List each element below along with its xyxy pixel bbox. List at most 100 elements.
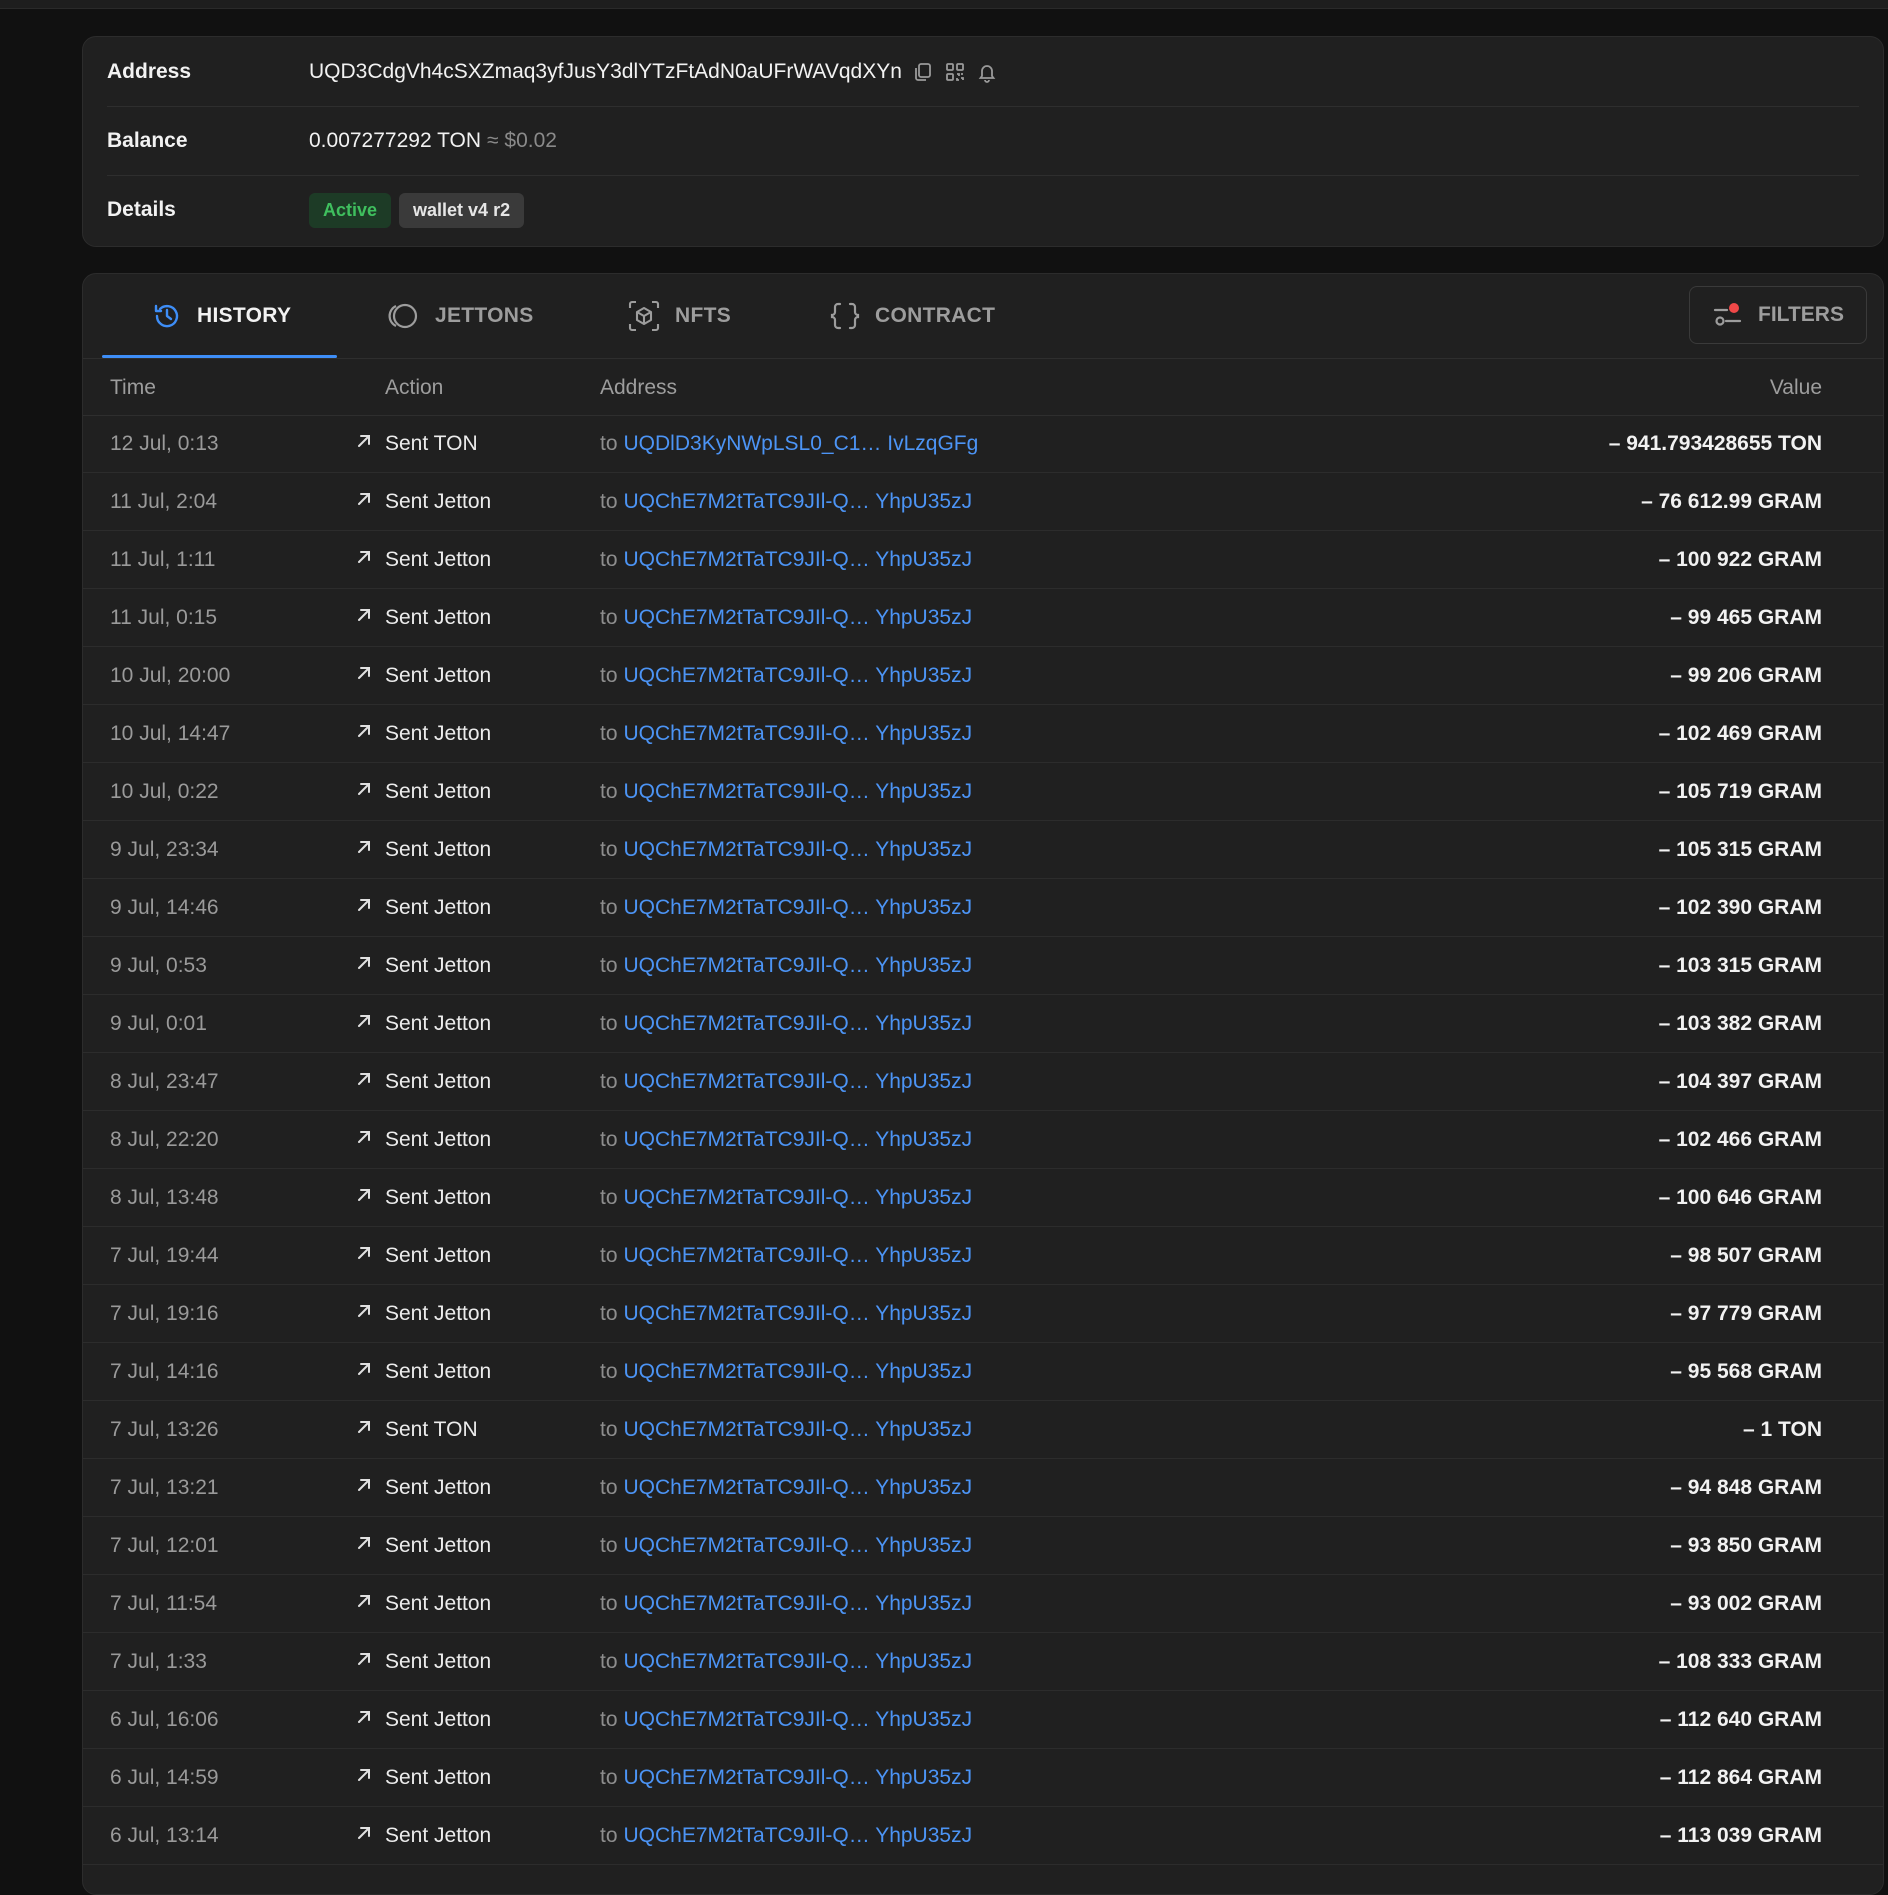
table-row[interactable]: 9 Jul, 0:53 Sent Jetton to UQChE7M2tTaTC9JI… [83,937,1883,995]
tab-jettons[interactable]: JETTONS [385,274,534,358]
row-address: to UQChE7M2tTaTC9JIl-Q… YhpU35zJ [600,548,972,572]
table-row[interactable]: 6 Jul, 16:06 Sent Jetton to UQChE7M2tTaTC9J… [83,1691,1883,1749]
row-address-link[interactable]: UQChE7M2tTaTC9JIl-Q… YhpU35zJ [624,490,973,513]
row-address-link[interactable]: UQChE7M2tTaTC9JIl-Q… YhpU35zJ [624,1186,973,1209]
tab-history[interactable]: HISTORY [151,274,291,358]
row-value: – 103 315 GRAM [1658,954,1822,977]
row-value: – 105 315 GRAM [1658,838,1822,861]
table-row[interactable]: 9 Jul, 23:34 Sent Jetton to UQChE7M2tTaTC9J… [83,821,1883,879]
row-direction: to [600,1360,618,1383]
row-address: to UQChE7M2tTaTC9JIl-Q… YhpU35zJ [600,1128,972,1152]
row-time: 7 Jul, 11:54 [110,1592,218,1615]
table-row[interactable]: 7 Jul, 19:44 Sent Jetton to UQChE7M2tTaTC9J… [83,1227,1883,1285]
row-time: 7 Jul, 19:16 [110,1302,219,1325]
table-row[interactable]: 10 Jul, 20:00 Sent Jetton to UQChE7M2tTaTC9… [83,647,1883,705]
row-address-link[interactable]: UQChE7M2tTaTC9JIl-Q… YhpU35zJ [624,606,973,629]
row-address-link[interactable]: UQChE7M2tTaTC9JIl-Q… YhpU35zJ [624,1244,973,1267]
table-row[interactable]: 10 Jul, 14:47 Sent Jetton to UQChE7M2tTaTC9… [83,705,1883,763]
row-time: 8 Jul, 23:47 [110,1070,219,1093]
row-address-link[interactable]: UQChE7M2tTaTC9JIl-Q… YhpU35zJ [624,1708,973,1731]
table-row[interactable]: 8 Jul, 13:48 Sent Jetton to UQChE7M2tTaTC9J… [83,1169,1883,1227]
row-address: to UQChE7M2tTaTC9JIl-Q… YhpU35zJ [600,896,972,920]
row-address-link[interactable]: UQChE7M2tTaTC9JIl-Q… YhpU35zJ [624,664,973,687]
table-row[interactable]: 7 Jul, 13:26 Sent TON to UQChE7M2tTaTC9JIl-… [83,1401,1883,1459]
arrow-up-right-icon [355,1824,373,1842]
row-address-link[interactable]: UQChE7M2tTaTC9JIl-Q… YhpU35zJ [624,1592,973,1615]
row-action: Sent Jetton [385,1650,492,1673]
row-time: 12 Jul, 0:13 [110,432,219,455]
column-header-time: Time [110,376,156,399]
row-address: to UQChE7M2tTaTC9JIl-Q… YhpU35zJ [600,1418,972,1442]
table-row[interactable]: 6 Jul, 14:59 Sent Jetton to UQChE7M2tTaTC9J… [83,1749,1883,1807]
table-row[interactable]: 7 Jul, 14:16 Sent Jetton to UQChE7M2tTaTC9J… [83,1343,1883,1401]
row-address: to UQChE7M2tTaTC9JIl-Q… YhpU35zJ [600,1650,972,1674]
row-value: – 93 850 GRAM [1670,1534,1822,1557]
table-row[interactable]: 7 Jul, 1:33 Sent Jetton to UQChE7M2tTaTC9JI… [83,1633,1883,1691]
row-address-link[interactable]: UQChE7M2tTaTC9JIl-Q… YhpU35zJ [624,1070,973,1093]
row-address-link[interactable]: UQChE7M2tTaTC9JIl-Q… YhpU35zJ [624,1766,973,1789]
row-address-link[interactable]: UQChE7M2tTaTC9JIl-Q… YhpU35zJ [624,1476,973,1499]
row-direction: to [600,1766,618,1789]
row-address-link[interactable]: UQChE7M2tTaTC9JIl-Q… YhpU35zJ [624,1650,973,1673]
table-row[interactable]: 7 Jul, 11:54 Sent Jetton to UQChE7M2tTaTC9J… [83,1575,1883,1633]
column-header-action: Action [385,376,444,399]
arrow-up-right-icon [355,1708,373,1726]
row-address: to UQChE7M2tTaTC9JIl-Q… YhpU35zJ [600,1592,972,1616]
tab-jettons-label: JETTONS [435,304,534,327]
row-value: – 99 465 GRAM [1670,606,1822,629]
status-badge: Active [309,192,392,228]
row-address-link[interactable]: UQDlD3KyNWpLSL0_C1… IvLzqGFg [624,432,979,455]
row-address-link[interactable]: UQChE7M2tTaTC9JIl-Q… YhpU35zJ [624,548,973,571]
table-row[interactable]: 7 Jul, 19:16 Sent Jetton to UQChE7M2tTaTC9J… [83,1285,1883,1343]
row-address-link[interactable]: UQChE7M2tTaTC9JIl-Q… YhpU35zJ [624,838,973,861]
arrow-up-right-icon [355,490,373,508]
row-address-link[interactable]: UQChE7M2tTaTC9JIl-Q… YhpU35zJ [624,1824,973,1847]
row-address: to UQChE7M2tTaTC9JIl-Q… YhpU35zJ [600,1186,972,1210]
tab-nfts[interactable]: NFTS [627,274,731,358]
row-address-link[interactable]: UQChE7M2tTaTC9JIl-Q… YhpU35zJ [624,1302,973,1325]
qr-code-icon[interactable] [944,61,966,83]
tab-contract[interactable]: CONTRACT [829,274,995,358]
row-address-link[interactable]: UQChE7M2tTaTC9JIl-Q… YhpU35zJ [624,1012,973,1035]
copy-icon[interactable] [912,61,934,83]
filters-button[interactable]: FILTERS [1689,286,1867,344]
row-time: 7 Jul, 1:33 [110,1650,207,1673]
table-row[interactable]: 10 Jul, 0:22 Sent Jetton to UQChE7M2tTaTC9J… [83,763,1883,821]
row-action: Sent Jetton [385,1186,492,1209]
row-address-link[interactable]: UQChE7M2tTaTC9JIl-Q… YhpU35zJ [624,780,973,803]
row-address-link[interactable]: UQChE7M2tTaTC9JIl-Q… YhpU35zJ [624,896,973,919]
table-row[interactable]: 7 Jul, 12:01 Sent Jetton to UQChE7M2tTaTC9J… [83,1517,1883,1575]
row-direction: to [600,1534,618,1557]
row-direction: to [600,1708,618,1731]
row-time: 9 Jul, 0:53 [110,954,207,977]
row-time: 11 Jul, 1:11 [110,548,216,571]
table-row[interactable]: 12 Jul, 0:13 Sent TON to UQDlD3KyNWpLSL0_C1… [83,415,1883,473]
row-address-link[interactable]: UQChE7M2tTaTC9JIl-Q… YhpU35zJ [624,954,973,977]
table-row[interactable]: 7 Jul, 13:21 Sent Jetton to UQChE7M2tTaTC9J… [83,1459,1883,1517]
table-row[interactable]: 11 Jul, 2:04 Sent Jetton to UQChE7M2tTaTC9J… [83,473,1883,531]
table-row[interactable]: 9 Jul, 0:01 Sent Jetton to UQChE7M2tTaTC9JI… [83,995,1883,1053]
table-row[interactable]: 11 Jul, 0:15 Sent Jetton to UQChE7M2tTaTC9J… [83,589,1883,647]
table-row[interactable]: 8 Jul, 22:20 Sent Jetton to UQChE7M2tTaTC9J… [83,1111,1883,1169]
row-address-link[interactable]: UQChE7M2tTaTC9JIl-Q… YhpU35zJ [624,722,973,745]
row-direction: to [600,548,618,571]
row-value: – 104 397 GRAM [1658,1070,1822,1093]
row-value: – 98 507 GRAM [1670,1244,1822,1267]
row-address-link[interactable]: UQChE7M2tTaTC9JIl-Q… YhpU35zJ [624,1418,973,1441]
row-time: 11 Jul, 2:04 [110,490,218,513]
row-value: – 102 390 GRAM [1658,896,1822,919]
braces-icon [830,302,860,330]
table-row[interactable]: 8 Jul, 23:47 Sent Jetton to UQChE7M2tTaTC9J… [83,1053,1883,1111]
address-value[interactable]: UQD3CdgVh4cSXZmaq3yfJusY3dlYTzFtAdN0aUFr… [309,60,902,84]
table-row[interactable]: 9 Jul, 14:46 Sent Jetton to UQChE7M2tTaTC9J… [83,879,1883,937]
active-tab-indicator [102,355,337,358]
bell-icon[interactable] [976,61,998,83]
column-header-address: Address [600,376,678,399]
row-time: 9 Jul, 23:34 [110,838,219,861]
row-address-link[interactable]: UQChE7M2tTaTC9JIl-Q… YhpU35zJ [624,1360,973,1383]
table-row[interactable]: 6 Jul, 13:14 Sent Jetton to UQChE7M2tTaTC9J… [83,1807,1883,1865]
table-row[interactable]: 11 Jul, 1:11 Sent Jetton to UQChE7M2tTaTC9J… [83,531,1883,589]
row-address-link[interactable]: UQChE7M2tTaTC9JIl-Q… YhpU35zJ [624,1534,973,1557]
row-action: Sent TON [385,1418,478,1441]
row-address-link[interactable]: UQChE7M2tTaTC9JIl-Q… YhpU35zJ [624,1128,973,1151]
